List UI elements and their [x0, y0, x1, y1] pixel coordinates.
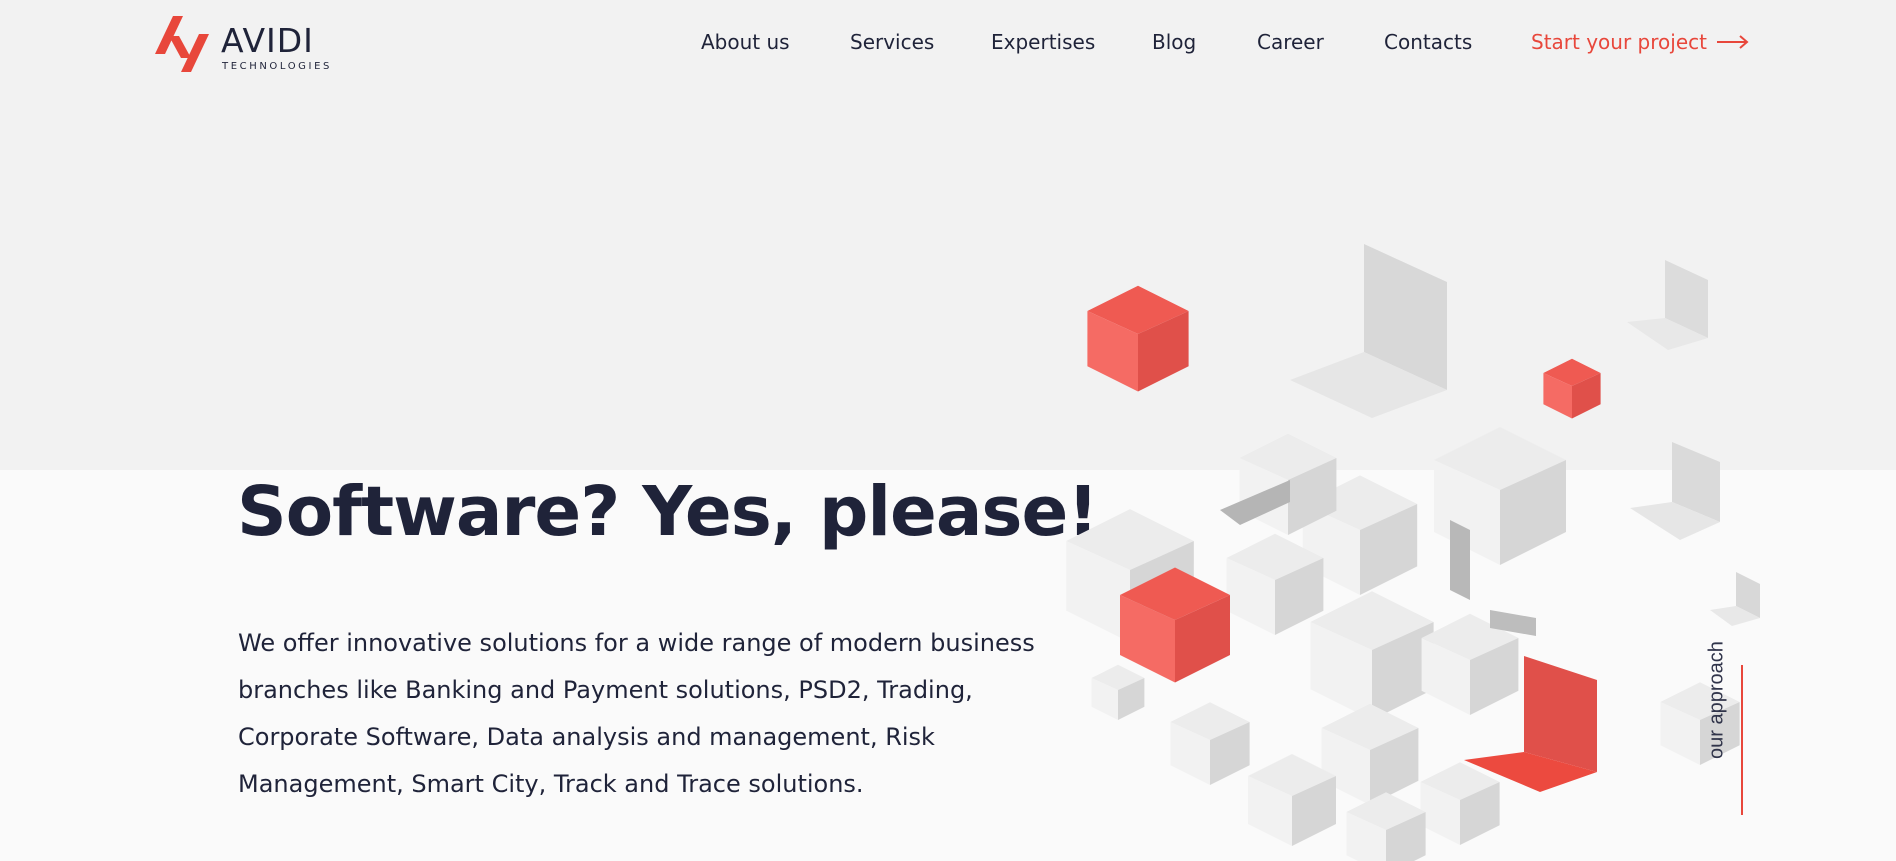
brand-tagline: TECHNOLOGIES — [222, 61, 332, 72]
nav-item-career[interactable]: Career — [1257, 30, 1324, 54]
nav-item-expertises[interactable]: Expertises — [991, 30, 1095, 54]
hero-description: We offer innovative solutions for a wide… — [238, 629, 1035, 798]
hero-title: Software? Yes, please! — [237, 472, 1099, 552]
nav-item-blog[interactable]: Blog — [1152, 30, 1196, 54]
our-approach-link[interactable]: our approach — [1698, 630, 1743, 820]
isometric-cubes-illustration — [1066, 244, 1760, 861]
nav-item-contacts[interactable]: Contacts — [1384, 30, 1472, 54]
arrow-right-icon — [1716, 35, 1749, 49]
nav-item-about-us[interactable]: About us — [701, 30, 790, 54]
brand-logo[interactable]: AVIDI TECHNOLOGIES — [155, 14, 335, 74]
brand-name: AVIDI — [221, 21, 314, 60]
our-approach-divider — [1741, 665, 1743, 815]
our-approach-label: our approach — [1705, 641, 1728, 759]
nav-item-services[interactable]: Services — [850, 30, 934, 54]
start-project-label: Start your project — [1531, 30, 1707, 54]
avidi-logo-icon — [155, 16, 209, 72]
start-project-link[interactable]: Start your project — [1531, 30, 1749, 54]
